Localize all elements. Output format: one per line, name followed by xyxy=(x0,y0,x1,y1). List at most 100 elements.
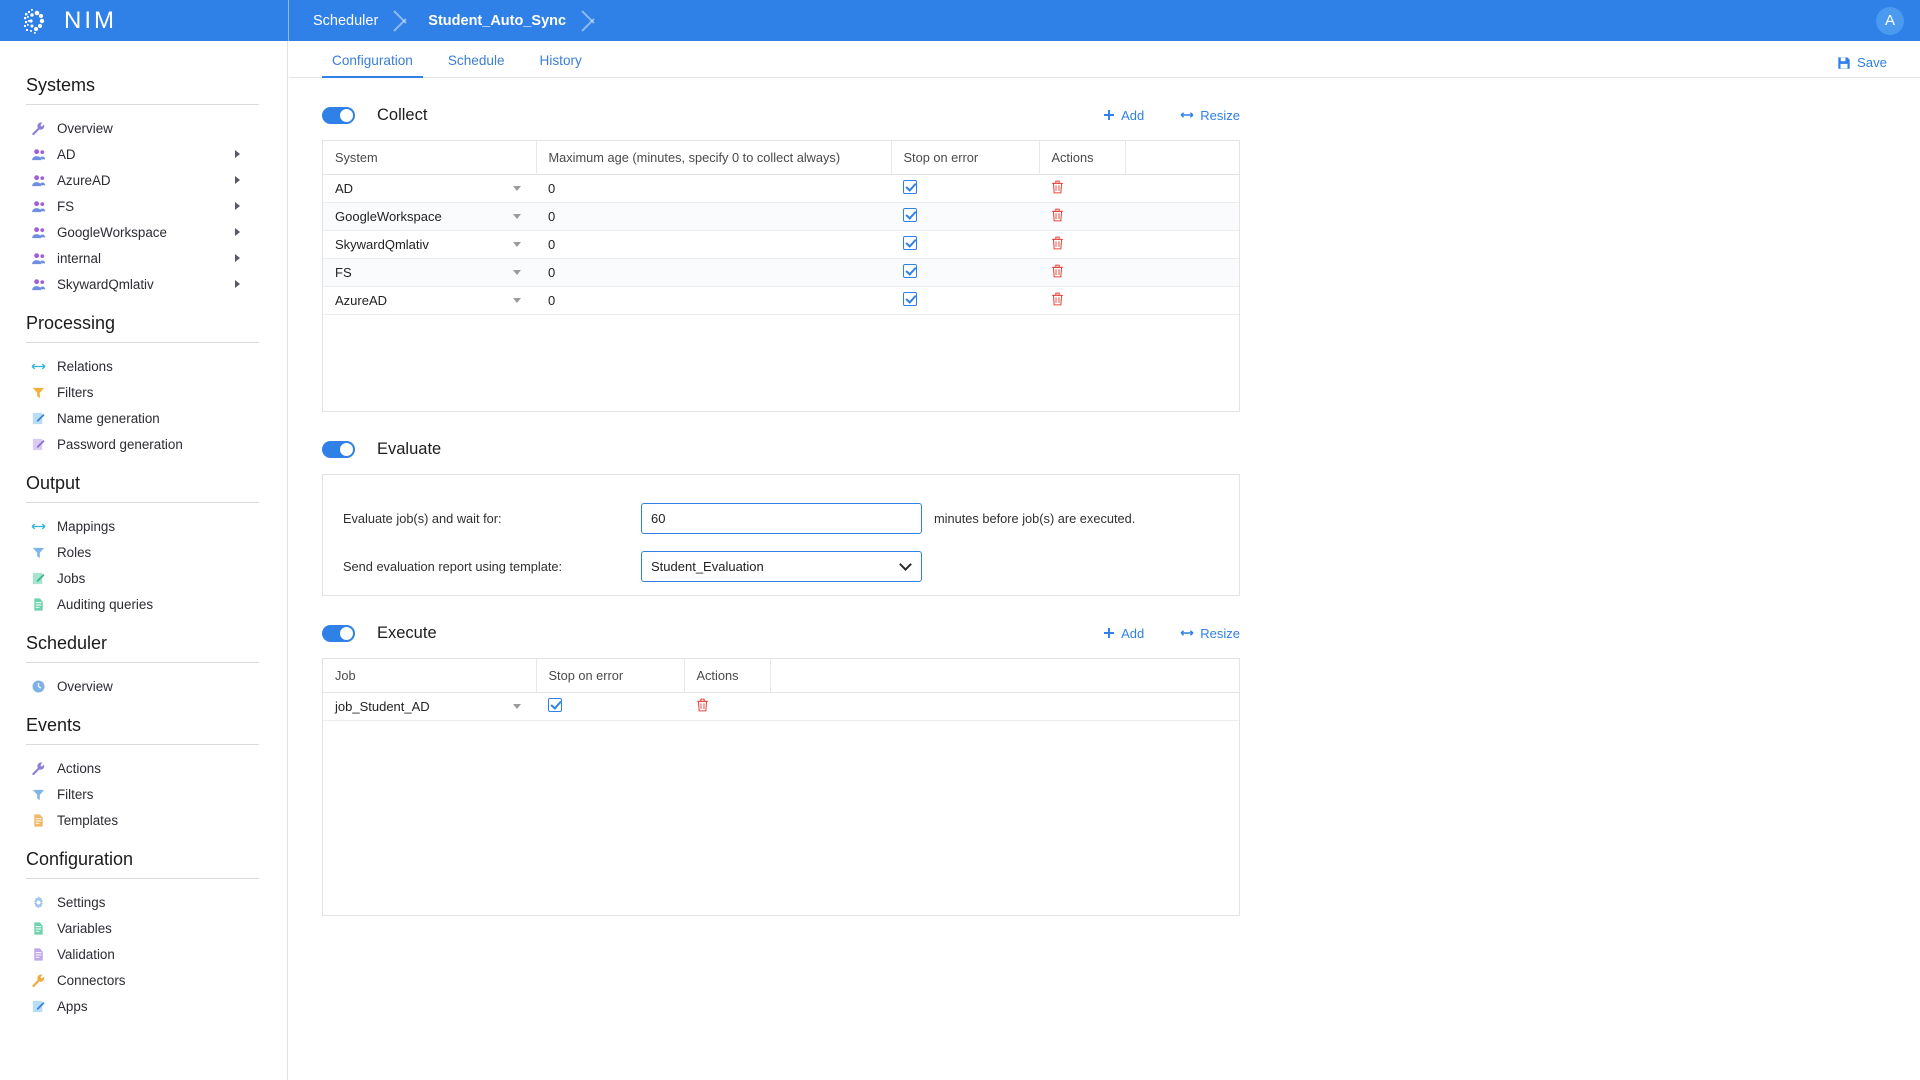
save-button[interactable]: Save xyxy=(1837,55,1887,70)
funnel-icon xyxy=(30,384,47,401)
table-row[interactable]: AD 0 xyxy=(323,174,1239,203)
stop-on-error-checkbox[interactable] xyxy=(548,697,562,712)
table-row[interactable]: SkywardQmlativ 0 xyxy=(323,230,1239,259)
delete-row-icon[interactable] xyxy=(696,698,709,712)
collect-cell-max-age[interactable]: 0 xyxy=(536,286,891,315)
funnel-icon xyxy=(30,786,47,803)
tab-schedule[interactable]: Schedule xyxy=(438,53,515,77)
evaluate-section-header: Evaluate xyxy=(322,434,1240,464)
sidebar-item-name-generation[interactable]: Name generation xyxy=(0,405,287,431)
execute-cell-actions[interactable] xyxy=(684,692,770,721)
collect-cell-max-age[interactable]: 0 xyxy=(536,258,891,287)
stop-on-error-checkbox[interactable] xyxy=(903,179,917,194)
stop-on-error-checkbox[interactable] xyxy=(903,207,917,222)
collect-cell-stop-on-error[interactable] xyxy=(891,258,1039,287)
evaluate-wait-row: Evaluate job(s) and wait for: minutes be… xyxy=(323,501,1239,535)
collect-cell-stop-on-error[interactable] xyxy=(891,230,1039,259)
collect-cell-max-age[interactable]: 0 xyxy=(536,174,891,203)
sidebar-item-validation[interactable]: Validation xyxy=(0,941,287,967)
sidebar-item-events-filters[interactable]: Filters xyxy=(0,781,287,807)
collect-cell-actions[interactable] xyxy=(1039,258,1125,287)
delete-row-icon[interactable] xyxy=(1051,264,1064,278)
collect-col-system: System xyxy=(323,141,537,175)
collect-cell-system[interactable]: AD xyxy=(323,174,536,203)
execute-resize-button[interactable]: Resize xyxy=(1180,626,1240,641)
breadcrumb-item-current[interactable]: Student_Auto_Sync xyxy=(428,0,566,41)
collect-cell-actions[interactable] xyxy=(1039,286,1125,315)
sidebar-item-templates[interactable]: Templates xyxy=(0,807,287,833)
chevron-down-icon xyxy=(513,185,521,191)
collect-cell-actions[interactable] xyxy=(1039,174,1125,203)
sidebar-item-auditing-queries[interactable]: Auditing queries xyxy=(0,591,287,617)
brand-area[interactable]: NIM xyxy=(0,0,288,41)
sidebar-item-variables[interactable]: Variables xyxy=(0,915,287,941)
chevron-right-icon xyxy=(235,280,240,288)
sidebar-item-googleworkspace[interactable]: GoogleWorkspace xyxy=(0,219,287,245)
collect-cell-system[interactable]: SkywardQmlativ xyxy=(323,230,536,259)
sidebar-item-password-generation[interactable]: Password generation xyxy=(0,431,287,457)
table-row[interactable]: FS 0 xyxy=(323,258,1239,287)
sidebar-item-jobs[interactable]: Jobs xyxy=(0,565,287,591)
delete-row-icon[interactable] xyxy=(1051,180,1064,194)
sidebar-item-settings[interactable]: Settings xyxy=(0,889,287,915)
sidebar-group-title-events: Events xyxy=(26,715,82,735)
sidebar-item-overview[interactable]: Overview xyxy=(0,115,287,141)
sidebar-item-label: FS xyxy=(57,198,75,214)
collect-add-button[interactable]: Add xyxy=(1103,108,1144,123)
execute-enable-toggle[interactable] xyxy=(322,624,355,642)
tab-configuration[interactable]: Configuration xyxy=(322,53,423,78)
sidebar-item-scheduler-overview[interactable]: Overview xyxy=(0,673,287,699)
collect-cell-system[interactable]: AzureAD xyxy=(323,286,536,315)
collect-resize-button[interactable]: Resize xyxy=(1180,108,1240,123)
collect-col-stop-on-error: Stop on error xyxy=(891,141,1040,175)
collect-cell-stop-on-error[interactable] xyxy=(891,286,1039,315)
tab-history[interactable]: History xyxy=(530,53,592,77)
execute-cell-job[interactable]: job_Student_AD xyxy=(323,692,536,721)
table-row[interactable]: job_Student_AD xyxy=(323,692,1239,721)
sidebar-group-title-output: Output xyxy=(26,473,81,493)
sidebar-item-relations[interactable]: Relations xyxy=(0,353,287,379)
evaluate-template-select[interactable]: Student_Evaluation xyxy=(641,550,922,582)
table-row[interactable]: AzureAD 0 xyxy=(323,286,1239,315)
sidebar-item-actions[interactable]: Actions xyxy=(0,755,287,781)
collect-section-title: Collect xyxy=(377,105,428,124)
tab-bar: Configuration Schedule History Save xyxy=(289,41,1920,78)
evaluate-enable-toggle[interactable] xyxy=(322,440,355,458)
collect-cell-actions[interactable] xyxy=(1039,202,1125,231)
collect-cell-max-age[interactable]: 0 xyxy=(536,230,891,259)
sidebar-item-apps[interactable]: Apps xyxy=(0,993,287,1019)
delete-row-icon[interactable] xyxy=(1051,292,1064,306)
execute-add-button[interactable]: Add xyxy=(1103,626,1144,641)
stop-on-error-checkbox[interactable] xyxy=(903,263,917,278)
collect-cell-actions[interactable] xyxy=(1039,230,1125,259)
collect-cell-system[interactable]: GoogleWorkspace xyxy=(323,202,536,231)
collect-enable-toggle[interactable] xyxy=(322,106,355,124)
evaluate-wait-input[interactable] xyxy=(641,502,922,534)
sidebar-item-fs[interactable]: FS xyxy=(0,193,287,219)
sidebar-item-skywardqmlativ[interactable]: SkywardQmlativ xyxy=(0,271,287,297)
collect-cell-max-age[interactable]: 0 xyxy=(536,202,891,231)
delete-row-icon[interactable] xyxy=(1051,236,1064,250)
execute-cell-stop-on-error[interactable] xyxy=(536,692,684,721)
table-row[interactable]: GoogleWorkspace 0 xyxy=(323,202,1239,231)
delete-row-icon[interactable] xyxy=(1051,208,1064,222)
sidebar-item-mappings[interactable]: Mappings xyxy=(0,513,287,539)
sidebar-item-internal[interactable]: internal xyxy=(0,245,287,271)
avatar[interactable]: A xyxy=(1876,6,1904,35)
sidebar-group-title-scheduler: Scheduler xyxy=(26,633,108,653)
stop-on-error-checkbox[interactable] xyxy=(903,291,917,306)
sidebar-item-azuread[interactable]: AzureAD xyxy=(0,167,287,193)
execute-section-header: Execute Add Resize xyxy=(322,618,1240,648)
collect-cell-stop-on-error[interactable] xyxy=(891,202,1039,231)
breadcrumb-item-scheduler[interactable]: Scheduler xyxy=(313,0,378,41)
sidebar-item-roles[interactable]: Roles xyxy=(0,539,287,565)
sidebar-item-ad[interactable]: AD xyxy=(0,141,287,167)
execute-col-job: Job xyxy=(323,659,537,693)
sidebar-item-filters[interactable]: Filters xyxy=(0,379,287,405)
collect-cell-stop-on-error[interactable] xyxy=(891,174,1039,203)
collect-cell-system[interactable]: FS xyxy=(323,258,536,287)
sidebar-item-connectors[interactable]: Connectors xyxy=(0,967,287,993)
stop-on-error-checkbox[interactable] xyxy=(903,235,917,250)
sidebar-item-label: Mappings xyxy=(57,518,116,534)
main-content: Configuration Schedule History Save Coll… xyxy=(289,41,1920,1080)
